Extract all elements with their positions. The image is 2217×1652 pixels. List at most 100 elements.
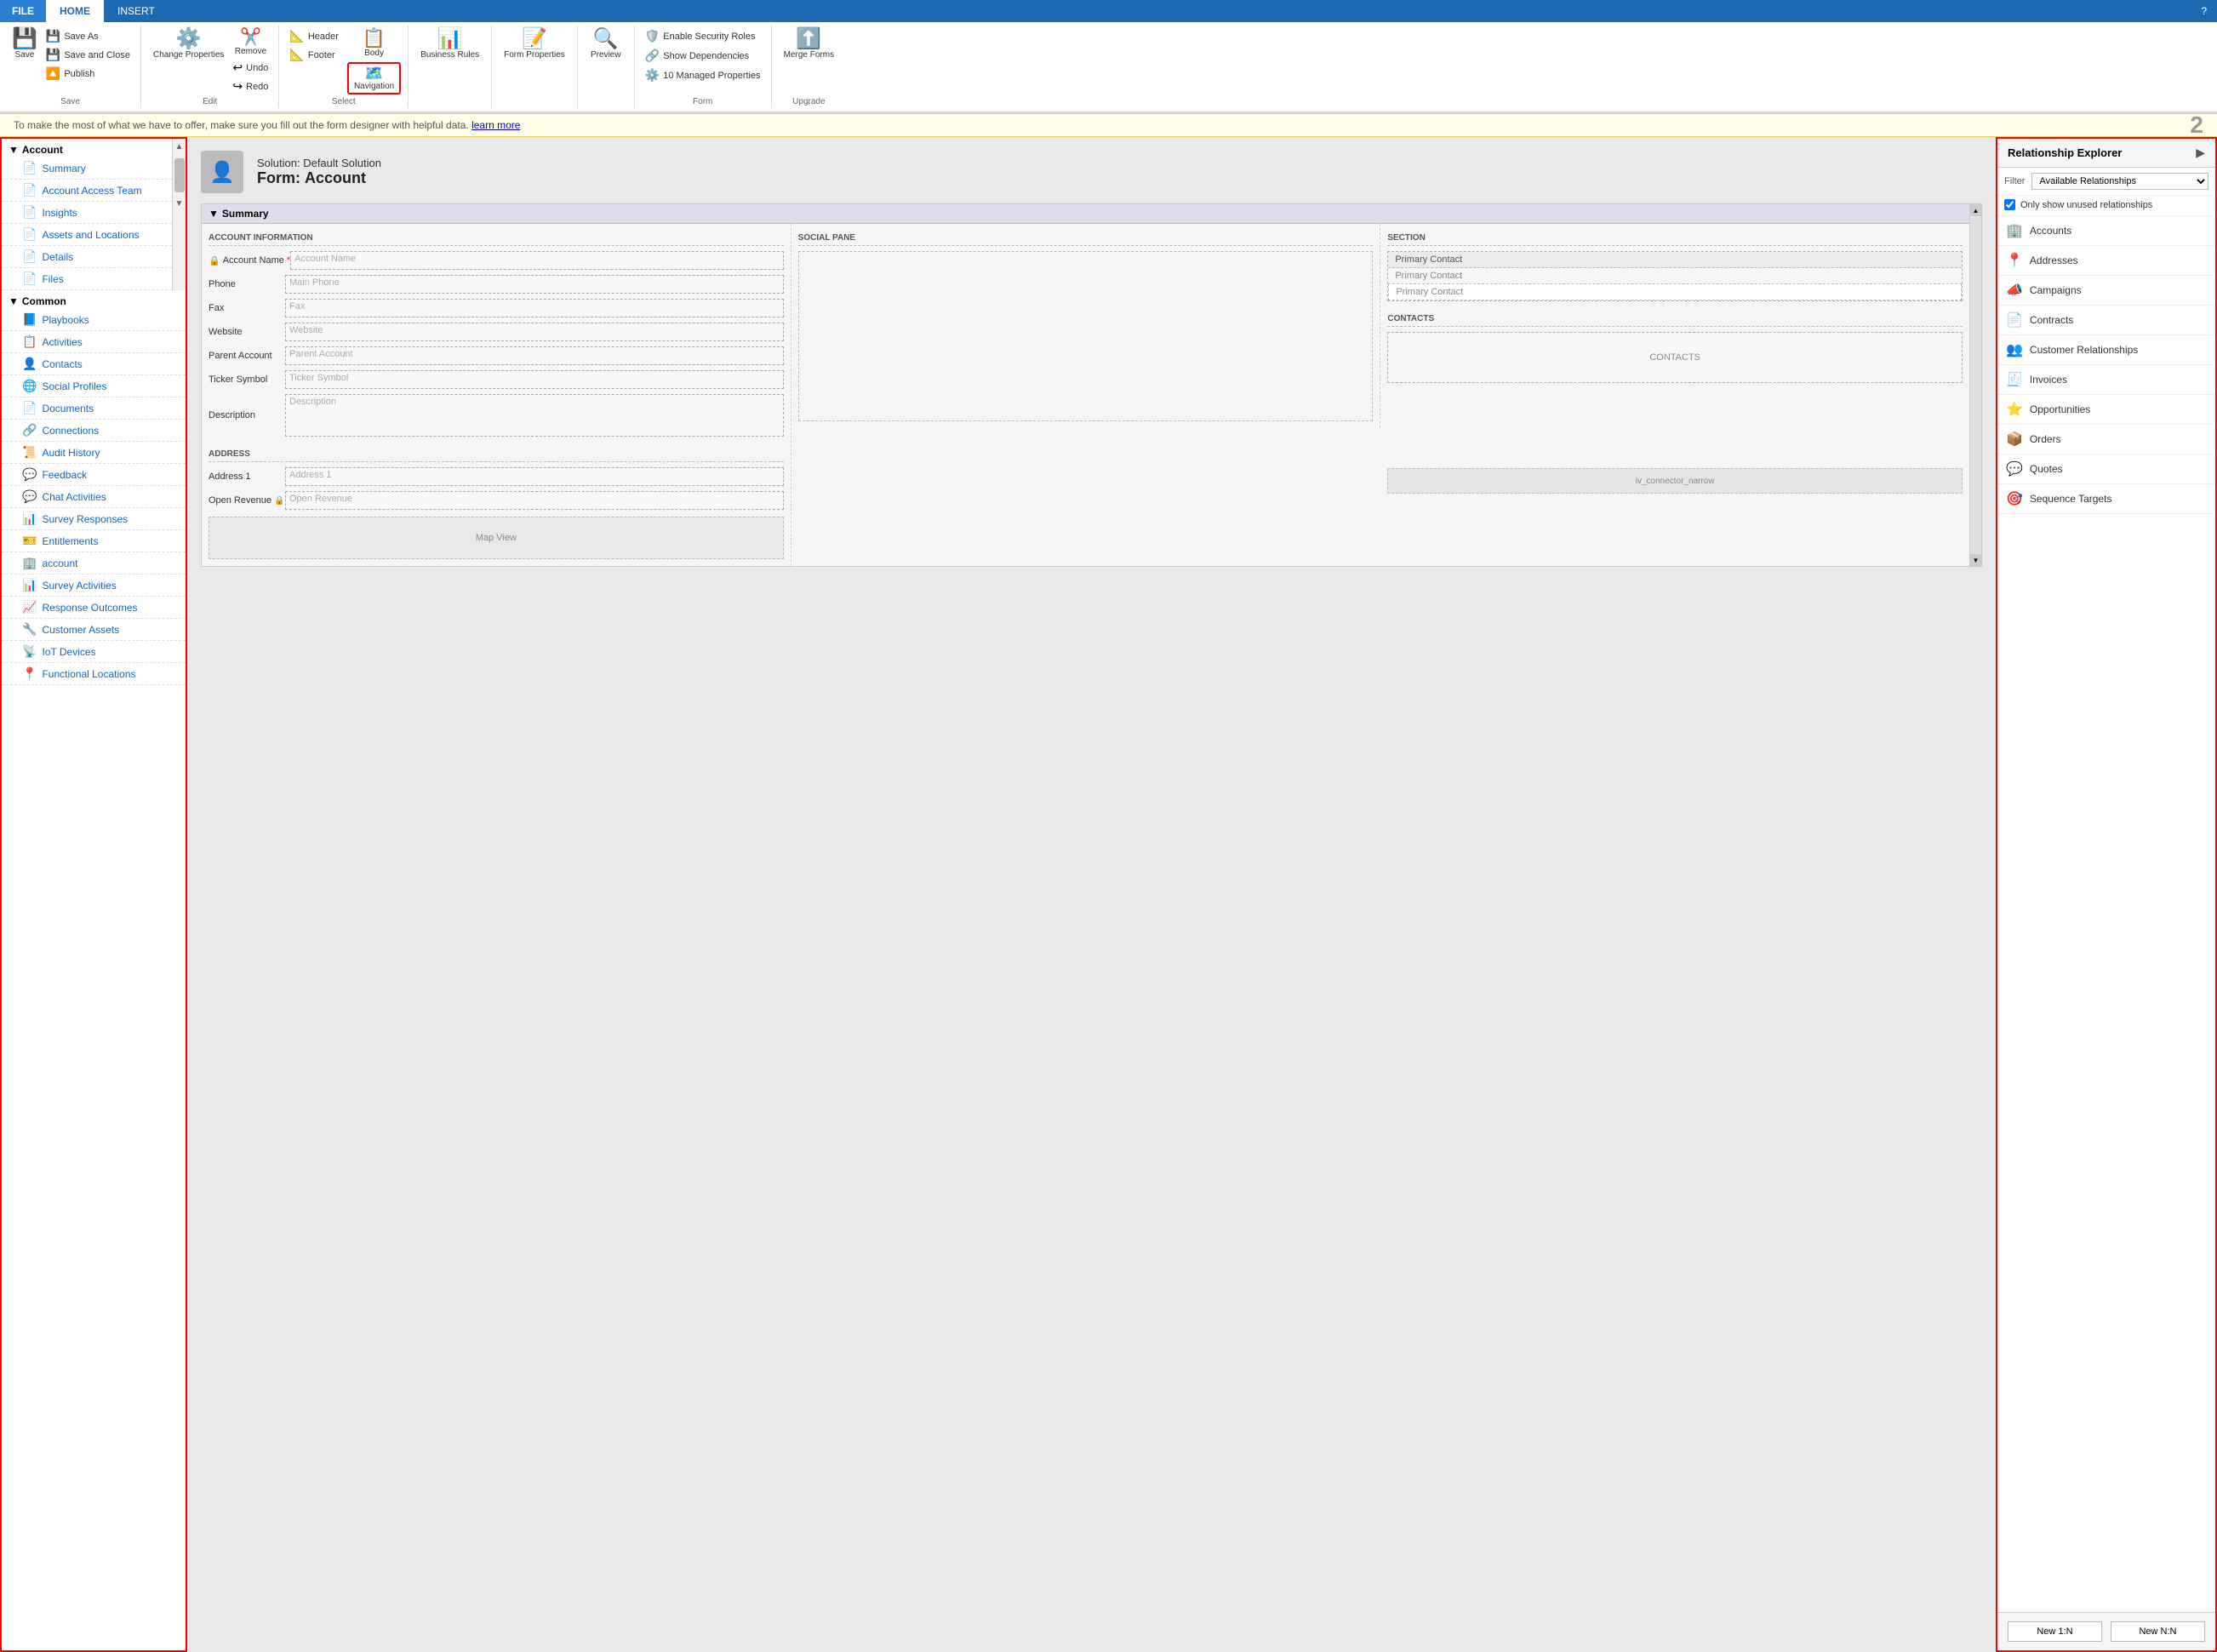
notification-link[interactable]: learn more (471, 119, 520, 131)
nav-item-entitlements[interactable]: 🎫 Entitlements (2, 530, 186, 552)
nav-item-contacts[interactable]: 👤 Contacts (2, 353, 186, 375)
nav-item-response-outcomes[interactable]: 📈 Response Outcomes (2, 597, 186, 619)
business-rules-button[interactable]: 📊 Business Rules (415, 27, 484, 61)
rel-item-invoices[interactable]: 🧾 Invoices (1997, 365, 2215, 395)
scroll-track (1970, 216, 1981, 554)
ribbon-tab-bar: FILE HOME INSERT ? (0, 0, 2217, 22)
rel-item-opportunities[interactable]: ⭐ Opportunities (1997, 395, 2215, 425)
nav-item-customer-assets[interactable]: 🔧 Customer Assets (2, 619, 186, 641)
managed-properties-button[interactable]: ⚙️ 10 Managed Properties (642, 66, 764, 84)
nav-item-survey-responses[interactable]: 📊 Survey Responses (2, 508, 186, 530)
nav-item-assets[interactable]: 📄 Assets and Locations (2, 224, 172, 246)
preview-button[interactable]: 🔍 Preview (585, 27, 627, 61)
footer-button[interactable]: 📐 Footer (286, 46, 342, 64)
help-button[interactable]: ? (2191, 0, 2217, 22)
fax-input[interactable]: Fax (285, 299, 784, 317)
functional-locations-icon: 📍 (22, 666, 37, 681)
remove-button[interactable]: ✂️ Remove (229, 27, 271, 58)
website-label: Website (209, 327, 285, 337)
nav-item-social-profiles[interactable]: 🌐 Social Profiles (2, 375, 186, 397)
phone-input[interactable]: Main Phone (285, 275, 784, 294)
form-props-content: 📝 Form Properties (499, 27, 570, 105)
scroll-down-arrow[interactable]: ▼ (175, 196, 184, 212)
nav-item-details[interactable]: 📄 Details (2, 246, 172, 268)
filter-select[interactable]: Available Relationships (2031, 173, 2208, 190)
nav-item-insights[interactable]: 📄 Insights (2, 202, 172, 224)
ticker-symbol-input[interactable]: Ticker Symbol (285, 370, 784, 389)
address1-input[interactable]: Address 1 (285, 467, 784, 486)
new-1n-button[interactable]: New 1:N (2008, 1621, 2102, 1642)
merge-forms-button[interactable]: ⬆️ Merge Forms (779, 27, 839, 61)
parent-account-input[interactable]: Parent Account (285, 346, 784, 365)
contacts-label: Contacts (42, 358, 82, 370)
account-name-input[interactable]: Account Name (290, 251, 784, 270)
scroll-up-btn[interactable]: ▲ (1970, 204, 1981, 216)
field-phone: Phone Main Phone (209, 275, 784, 294)
rel-item-quotes[interactable]: 💬 Quotes (1997, 454, 2215, 484)
nav-item-activities[interactable]: 📋 Activities (2, 331, 186, 353)
navigation-button[interactable]: 🗺️ Navigation (347, 62, 401, 94)
nav-item-playbooks[interactable]: 📘 Playbooks (2, 309, 186, 331)
save-button[interactable]: 💾 Save (7, 27, 43, 61)
header-button[interactable]: 📐 Header (286, 27, 342, 45)
undo-button[interactable]: ↩ Undo (229, 59, 271, 77)
nav-item-iot-devices[interactable]: 📡 IoT Devices (2, 641, 186, 663)
remove-label: Remove (235, 47, 266, 56)
nav-item-account-access-team[interactable]: 📄 Account Access Team (2, 180, 172, 202)
website-input[interactable]: Website (285, 323, 784, 341)
form-properties-button[interactable]: 📝 Form Properties (499, 27, 570, 61)
right-panel-expand-btn[interactable]: ▶ (2196, 146, 2205, 160)
scroll-up-arrow[interactable]: ▲ (175, 139, 184, 155)
tab-insert[interactable]: INSERT (104, 0, 169, 22)
rel-item-customer-relationships[interactable]: 👥 Customer Relationships (1997, 335, 2215, 365)
nav-item-feedback[interactable]: 💬 Feedback (2, 464, 186, 486)
common-section-header: ▼ Common (2, 290, 186, 309)
rel-item-contracts[interactable]: 📄 Contracts (1997, 306, 2215, 335)
unused-relationships-checkbox[interactable] (2004, 199, 2015, 210)
nav-item-documents[interactable]: 📄 Documents (2, 397, 186, 420)
notification-text: To make the most of what we have to offe… (14, 119, 469, 131)
nav-item-summary[interactable]: 📄 Summary (2, 157, 172, 180)
enable-security-button[interactable]: 🛡️ Enable Security Roles (642, 27, 759, 45)
nav-item-audit-history[interactable]: 📜 Audit History (2, 442, 186, 464)
nav-item-survey-activities[interactable]: 📊 Survey Activities (2, 574, 186, 597)
common-title: Common (22, 295, 66, 307)
nav-item-connections[interactable]: 🔗 Connections (2, 420, 186, 442)
ribbon-group-select: 📐 Header 📐 Footer 📋 Body 🗺️ (279, 26, 409, 108)
tab-file[interactable]: FILE (0, 0, 46, 22)
body-button[interactable]: 📋 Body (347, 27, 401, 60)
rel-item-campaigns[interactable]: 📣 Campaigns (1997, 276, 2215, 306)
nav-item-functional-locations[interactable]: 📍 Functional Locations (2, 663, 186, 685)
upgrade-group-label: Upgrade (792, 97, 825, 106)
change-properties-button[interactable]: ⚙️ Change Properties (148, 27, 229, 61)
nav-item-chat-activities[interactable]: 💬 Chat Activities (2, 486, 186, 508)
save-as-button[interactable]: 💾 Save As (43, 27, 134, 45)
save-close-button[interactable]: 💾 Save and Close (43, 46, 134, 64)
rel-item-addresses[interactable]: 📍 Addresses (1997, 246, 2215, 276)
description-input[interactable]: Description (285, 394, 784, 437)
feedback-label: Feedback (42, 469, 87, 481)
redo-button[interactable]: ↪ Redo (229, 77, 271, 95)
tab-home[interactable]: HOME (46, 0, 104, 22)
nav-item-files[interactable]: 📄 Files (2, 268, 172, 290)
scroll-down-btn[interactable]: ▼ (1970, 554, 1981, 566)
audit-history-label: Audit History (42, 447, 100, 459)
show-dependencies-button[interactable]: 🔗 Show Dependencies (642, 47, 752, 65)
save-as-label: Save As (64, 31, 98, 42)
form-col-section: Section Primary Contact Primary Contact … (1380, 224, 1969, 500)
rel-item-accounts[interactable]: 🏢 Accounts (1997, 216, 2215, 246)
new-nn-button[interactable]: New N:N (2111, 1621, 2205, 1642)
business-rules-icon: 📊 (437, 29, 463, 49)
open-revenue-label: Open Revenue 🔒 (209, 495, 285, 506)
orders-icon: 📦 (2006, 431, 2023, 448)
form-vscrollbar[interactable]: ▲ ▼ (1969, 204, 1981, 566)
survey-responses-label: Survey Responses (42, 513, 128, 525)
insights-icon: 📄 (22, 205, 37, 220)
nav-item-account[interactable]: 🏢 account (2, 552, 186, 574)
top-section-scrollbar[interactable]: ▲ ▼ (172, 139, 186, 290)
rel-item-sequence-targets[interactable]: 🎯 Sequence Targets (1997, 484, 2215, 514)
assets-label: Assets and Locations (42, 229, 139, 241)
publish-button[interactable]: 🔼 Publish (43, 65, 134, 83)
open-revenue-input[interactable]: Open Revenue (285, 491, 784, 510)
rel-item-orders[interactable]: 📦 Orders (1997, 425, 2215, 454)
